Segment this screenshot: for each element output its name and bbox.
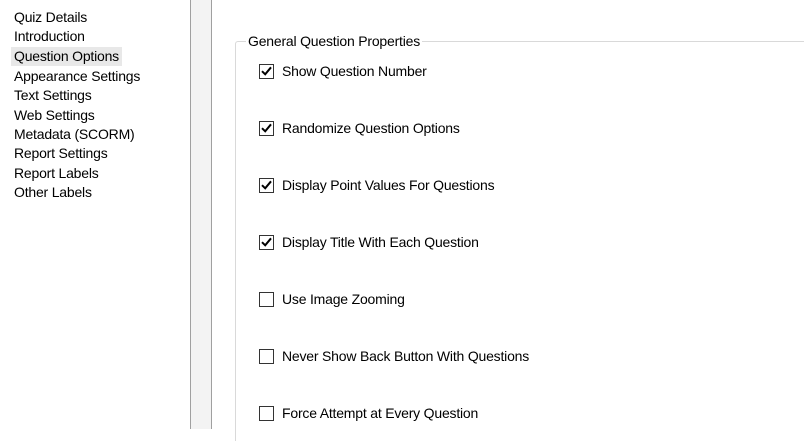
group-title: General Question Properties (246, 32, 423, 50)
display-point-values-label: Display Point Values For Questions (282, 177, 495, 193)
check-icon (261, 237, 272, 247)
option-randomize-question-options[interactable]: Randomize Question Options (259, 118, 460, 138)
force-attempt-label: Force Attempt at Every Question (282, 405, 479, 421)
nav-item-quiz-details[interactable]: Quiz Details (11, 8, 90, 27)
nav-item-other-labels[interactable]: Other Labels (11, 183, 95, 202)
option-force-attempt[interactable]: Force Attempt at Every Question (259, 403, 478, 423)
nav-item-metadata-scorm[interactable]: Metadata (SCORM) (11, 125, 138, 144)
display-point-values-checkbox[interactable] (259, 177, 274, 193)
nav-item-introduction[interactable]: Introduction (11, 27, 88, 46)
check-icon (261, 123, 272, 133)
never-show-back-button-checkbox[interactable] (259, 348, 274, 364)
never-show-back-button-label: Never Show Back Button With Questions (282, 348, 530, 364)
panel-splitter[interactable] (190, 0, 212, 429)
randomize-question-options-label: Randomize Question Options (282, 120, 460, 136)
nav-item-question-options[interactable]: Question Options (11, 47, 122, 66)
force-attempt-checkbox[interactable] (259, 405, 274, 421)
use-image-zooming-checkbox[interactable] (259, 291, 274, 307)
option-show-question-number[interactable]: Show Question Number (259, 61, 427, 81)
use-image-zooming-label: Use Image Zooming (282, 291, 405, 307)
nav-item-report-labels[interactable]: Report Labels (11, 164, 102, 183)
display-title-label: Display Title With Each Question (282, 234, 479, 250)
option-use-image-zooming[interactable]: Use Image Zooming (259, 289, 405, 309)
option-never-show-back-button[interactable]: Never Show Back Button With Questions (259, 346, 529, 366)
nav-item-text-settings[interactable]: Text Settings (11, 86, 95, 105)
nav-item-web-settings[interactable]: Web Settings (11, 106, 98, 125)
randomize-question-options-checkbox[interactable] (259, 120, 274, 136)
check-icon (261, 66, 272, 76)
nav-item-appearance-settings[interactable]: Appearance Settings (11, 67, 143, 86)
show-question-number-label: Show Question Number (282, 63, 427, 79)
check-icon (261, 180, 272, 190)
display-title-checkbox[interactable] (259, 234, 274, 250)
nav-item-report-settings[interactable]: Report Settings (11, 144, 111, 163)
show-question-number-checkbox[interactable] (259, 63, 274, 79)
option-display-title-with-each-question[interactable]: Display Title With Each Question (259, 232, 479, 252)
option-display-point-values[interactable]: Display Point Values For Questions (259, 175, 495, 195)
settings-nav-list: Quiz Details Introduction Question Optio… (0, 0, 190, 429)
